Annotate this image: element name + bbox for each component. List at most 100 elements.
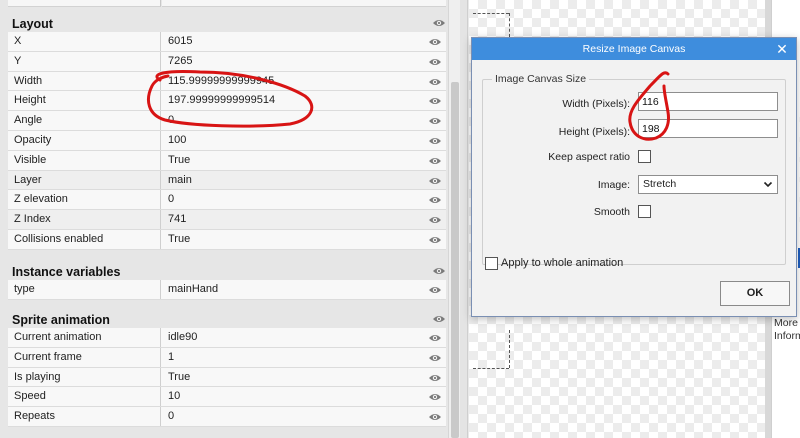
property-value[interactable]: 115.99999999999945 [162, 72, 424, 91]
image-label: Image: [597, 179, 630, 191]
property-name: Angle [8, 111, 161, 130]
sprite-animation-header[interactable]: Sprite animation [8, 310, 446, 328]
panel-splitter[interactable] [460, 0, 468, 438]
property-row[interactable]: Y 7265 [8, 51, 446, 72]
property-name: Repeats [8, 407, 161, 426]
dialog-titlebar[interactable]: Resize Image Canvas ✕ [472, 38, 796, 60]
property-name: X [8, 32, 161, 51]
instance-variables-section: Instance variables type mainHand [8, 262, 446, 300]
instance-variables-header[interactable]: Instance variables [8, 262, 446, 280]
selection-border [509, 330, 510, 368]
property-name: type [8, 280, 161, 299]
property-row[interactable]: Visible True [8, 150, 446, 171]
width-label: Width (Pixels): [562, 98, 630, 110]
close-icon[interactable]: ✕ [774, 41, 790, 57]
property-row[interactable]: Collisions enabled True [8, 229, 446, 250]
property-value[interactable]: 197.99999999999514 [162, 91, 424, 110]
smooth-label: Smooth [593, 206, 630, 218]
apply-whole-animation-checkbox[interactable] [485, 257, 498, 270]
eye-icon[interactable] [428, 175, 442, 187]
property-name: Speed [8, 387, 161, 407]
property-value[interactable]: True [162, 151, 424, 170]
property-row[interactable]: Is playing True [8, 367, 446, 388]
property-name: Z Index [8, 210, 161, 229]
scrollbar-thumb[interactable] [451, 82, 459, 438]
eye-icon[interactable] [428, 115, 442, 127]
property-name: Visible [8, 150, 161, 170]
eye-icon[interactable] [428, 352, 442, 364]
image-mode-select[interactable]: Stretch [638, 175, 778, 194]
property-value[interactable]: mainHand [162, 280, 424, 299]
property-value[interactable]: True [162, 230, 424, 249]
properties-scrollbar[interactable] [448, 0, 460, 438]
property-row[interactable]: Height 197.99999999999514 [8, 91, 446, 112]
property-row[interactable]: Current animation idle90 [8, 328, 446, 348]
property-row[interactable]: Speed 10 [8, 387, 446, 408]
property-row[interactable]: X 6015 [8, 32, 446, 52]
property-row[interactable]: Z elevation 0 [8, 190, 446, 211]
property-value[interactable]: True [162, 368, 424, 387]
property-name: Z elevation [8, 190, 161, 210]
dialog-title: Resize Image Canvas [582, 43, 686, 55]
smooth-checkbox[interactable] [638, 205, 651, 218]
keep-aspect-checkbox[interactable] [638, 150, 651, 163]
eye-icon[interactable] [428, 411, 442, 423]
selection-border [509, 13, 510, 37]
selection-border [473, 368, 509, 369]
eye-icon[interactable] [428, 155, 442, 167]
property-row[interactable]: Width 115.99999999999945 [8, 71, 446, 92]
eye-icon[interactable] [432, 312, 446, 326]
property-value[interactable]: 100 [162, 131, 424, 150]
property-row[interactable]: type mainHand [8, 280, 446, 300]
layout-section-header[interactable]: Layout [8, 14, 446, 32]
property-value[interactable]: idle90 [162, 328, 424, 347]
property-value[interactable]: 10 [162, 387, 424, 406]
eye-icon[interactable] [428, 234, 442, 246]
property-value[interactable]: 741 [162, 210, 424, 229]
eye-icon[interactable] [428, 391, 442, 403]
keep-aspect-label: Keep aspect ratio [548, 151, 630, 163]
property-row[interactable]: Repeats 0 [8, 407, 446, 427]
property-value[interactable]: 0 [162, 190, 424, 209]
property-row[interactable]: Current frame 1 [8, 347, 446, 368]
property-name: Layer [8, 170, 161, 190]
width-field[interactable] [638, 92, 778, 111]
height-field[interactable] [638, 119, 778, 138]
eye-icon[interactable] [428, 194, 442, 206]
ok-button[interactable]: OK [720, 281, 790, 306]
property-value[interactable]: 1 [162, 348, 424, 367]
eye-icon[interactable] [428, 372, 442, 384]
eye-icon[interactable] [428, 332, 442, 344]
eye-icon[interactable] [428, 135, 442, 147]
eye-icon[interactable] [428, 36, 442, 48]
eye-icon[interactable] [428, 284, 442, 296]
eye-icon[interactable] [428, 56, 442, 68]
resize-image-canvas-dialog: Resize Image Canvas ✕ Image Canvas Size … [471, 37, 797, 317]
property-value[interactable]: 0 [162, 407, 424, 426]
property-value[interactable]: 0 [162, 111, 424, 130]
apply-whole-animation-label: Apply to whole animation [501, 257, 624, 269]
eye-icon[interactable] [428, 214, 442, 226]
property-row[interactable]: Z Index 741 [8, 210, 446, 230]
property-row[interactable]: Layer main [8, 170, 446, 191]
property-name: Y [8, 51, 161, 71]
eye-icon[interactable] [432, 264, 446, 278]
property-name: Current frame [8, 347, 161, 367]
property-name: Is playing [8, 367, 161, 387]
eye-icon[interactable] [428, 76, 442, 88]
property-name: Collisions enabled [8, 229, 161, 249]
property-value[interactable]: 6015 [162, 32, 424, 51]
property-value[interactable]: main [162, 171, 424, 190]
sprite-animation-section: Sprite animation Current animation idle90… [8, 310, 446, 427]
previous-row-stub [8, 0, 446, 8]
eye-icon[interactable] [428, 95, 442, 107]
section-title: Layout [12, 17, 53, 31]
property-row[interactable]: Opacity 100 [8, 130, 446, 151]
property-name: Current animation [8, 328, 161, 347]
property-row[interactable]: Angle 0 [8, 111, 446, 131]
properties-panel: Layout X 6015 Y 7265 Width 115.99999999999945… [0, 0, 448, 438]
property-value[interactable]: 7265 [162, 52, 424, 71]
selection-border [473, 13, 509, 14]
eye-icon[interactable] [432, 16, 446, 30]
more-information-text[interactable]: MoreInform [774, 317, 800, 343]
